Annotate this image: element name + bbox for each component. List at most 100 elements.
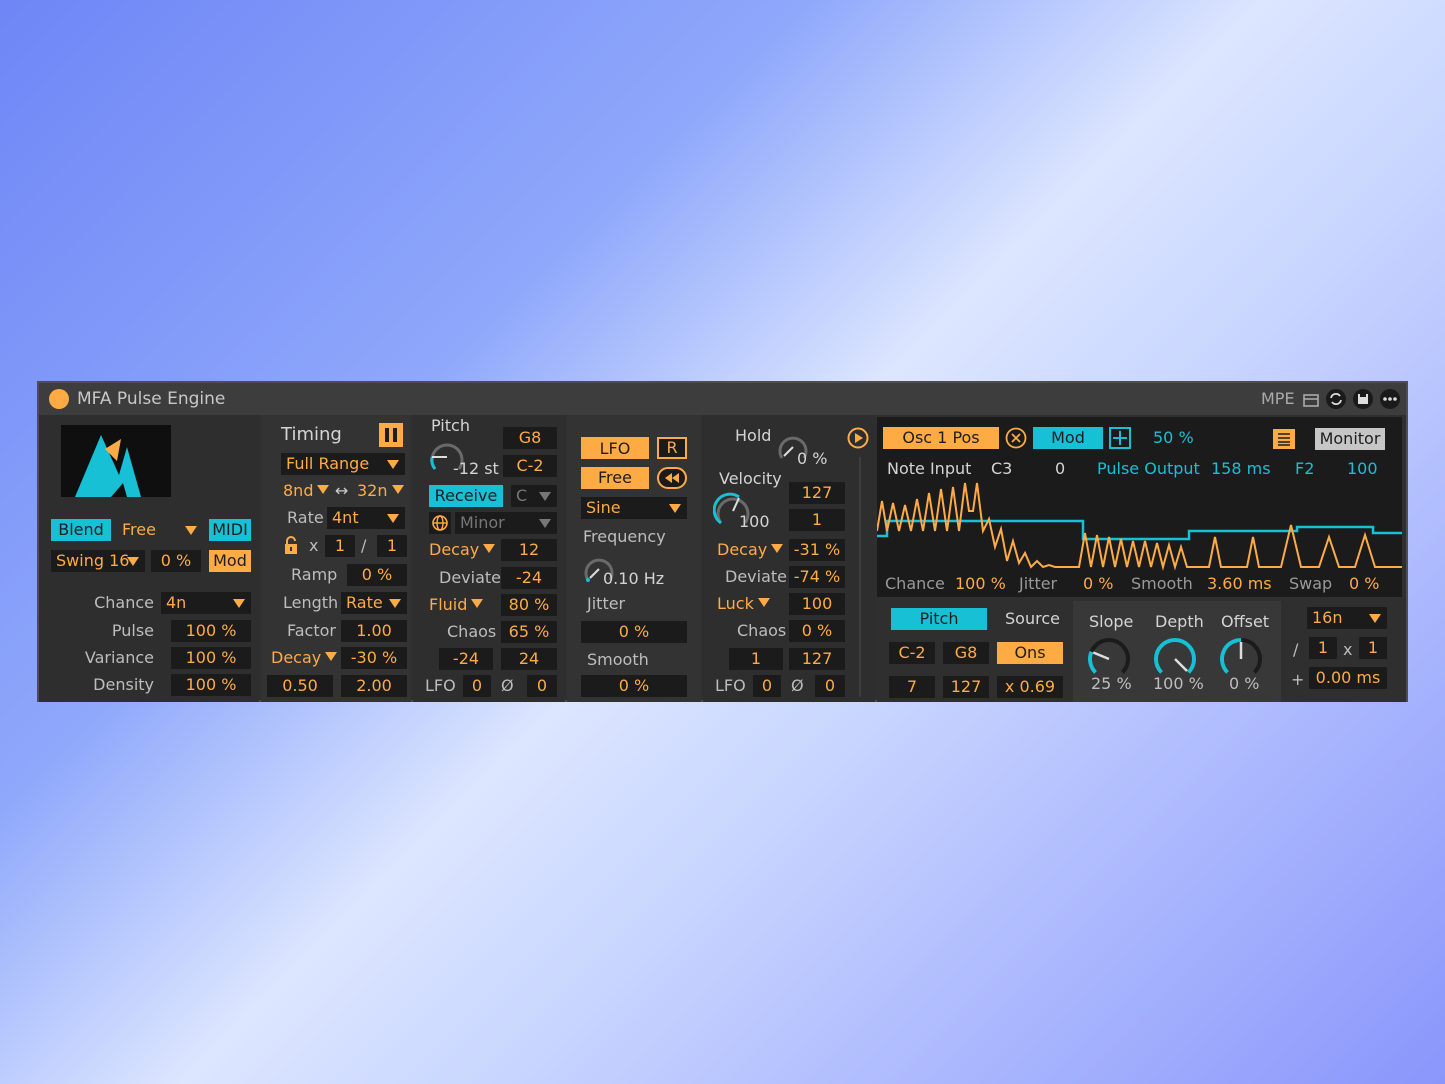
velocity-chaos-value[interactable]: 0 %	[789, 620, 845, 642]
velocity-decay-value[interactable]: -31 %	[789, 539, 845, 561]
stat-chance-label: Chance	[885, 574, 945, 593]
luck-value[interactable]: 100	[789, 593, 845, 615]
source-high-value[interactable]: G8	[943, 642, 989, 664]
output-rate-dropdown[interactable]: 16n	[1307, 607, 1387, 629]
mod-mode-button[interactable]: Mod	[1033, 427, 1103, 449]
max-value[interactable]: 2.00	[341, 675, 407, 697]
range-dropdown[interactable]: Full Range	[281, 453, 405, 475]
pitch-lfo-value[interactable]: 0	[463, 675, 491, 697]
velocity-decay-label: Decay	[717, 540, 768, 559]
fluid-value[interactable]: 80 %	[501, 594, 557, 616]
monitor-button[interactable]: Monitor	[1315, 428, 1385, 450]
velocity-multiplier-value[interactable]: x 0.69	[997, 676, 1063, 698]
offset-value: 0 %	[1229, 674, 1260, 693]
output-div-value[interactable]: 1	[1309, 637, 1337, 659]
length-dropdown[interactable]: Rate	[341, 592, 407, 614]
fluid-dropdown[interactable]: Fluid	[429, 594, 484, 616]
chance-dropdown[interactable]: 4n	[161, 592, 251, 614]
refresh-icon[interactable]	[1325, 388, 1347, 410]
pulse-label: Pulse	[111, 621, 154, 640]
mpe-settings-icon[interactable]	[1303, 393, 1319, 407]
globe-icon[interactable]	[429, 512, 451, 534]
source-low-value[interactable]: C-2	[889, 642, 935, 664]
bipolar-icon[interactable]	[1109, 427, 1131, 449]
rate-arrow-icon	[387, 514, 399, 523]
play-icon[interactable]	[847, 427, 869, 449]
pitch-deviate-value[interactable]: -24	[501, 567, 557, 589]
mod-amount-value[interactable]: 50 %	[1153, 428, 1194, 448]
swing-arrow-icon	[127, 557, 139, 566]
clear-target-icon[interactable]	[1005, 427, 1027, 449]
rate-a-dropdown[interactable]: 8nd	[283, 480, 330, 502]
velocity-lfo-value[interactable]: 0	[753, 675, 781, 697]
density-value[interactable]: 100 %	[171, 674, 251, 696]
velocity-min-value[interactable]: 1	[789, 509, 845, 531]
more-icon[interactable]	[1379, 388, 1401, 410]
velocity-range-high[interactable]: 127	[789, 648, 845, 670]
pitch-range-high[interactable]: 24	[501, 648, 557, 670]
pulse-output-note: F2	[1295, 459, 1315, 478]
stat-jitter-label: Jitter	[1019, 574, 1058, 593]
pitch-decay-value[interactable]: 12	[501, 539, 557, 561]
rate-dropdown[interactable]: 4nt	[327, 507, 405, 529]
pitch-decay-dropdown[interactable]: Decay	[429, 539, 496, 561]
pitch-chaos-value[interactable]: 65 %	[501, 621, 557, 643]
stat-chance-value: 100 %	[955, 574, 1006, 593]
free-dropdown[interactable]: Free	[117, 519, 203, 541]
min-value[interactable]: 0.50	[267, 675, 333, 697]
lfo-button[interactable]: LFO	[581, 437, 649, 459]
stat-jitter-value: 0 %	[1083, 574, 1114, 593]
rate-b-arrow-icon	[391, 485, 404, 494]
pitch-low-value[interactable]: C-2	[503, 455, 557, 477]
velocity-decay-dropdown[interactable]: Decay	[717, 539, 784, 561]
swing-value[interactable]: 0 %	[151, 550, 201, 572]
velocity-phase-value[interactable]: 0	[815, 675, 845, 697]
onsets-button[interactable]: Ons	[997, 642, 1063, 664]
key-dropdown[interactable]: C	[511, 485, 557, 507]
swap-arrows-icon[interactable]: ↔	[335, 481, 348, 501]
blend-button[interactable]: Blend	[51, 519, 111, 541]
decay-value[interactable]: -30 %	[341, 647, 407, 669]
rate-b-dropdown[interactable]: 32n	[357, 480, 404, 502]
pitch-high-value[interactable]: G8	[503, 427, 557, 449]
list-icon[interactable]	[1273, 429, 1295, 449]
receive-button[interactable]: Receive	[429, 485, 503, 507]
factor-value[interactable]: 1.00	[341, 620, 407, 642]
mod-button[interactable]: Mod	[209, 550, 251, 572]
midi-button[interactable]: MIDI	[209, 519, 251, 541]
save-icon[interactable]	[1352, 388, 1374, 410]
swing-dropdown[interactable]: Swing 16	[51, 550, 145, 572]
divisor-value[interactable]: 1	[377, 535, 407, 557]
pulse-value[interactable]: 100 %	[171, 620, 251, 642]
retrigger-button[interactable]	[657, 467, 687, 489]
velocity-max-value[interactable]: 127	[789, 482, 845, 504]
output-mult-value[interactable]: 1	[1359, 637, 1387, 659]
lfo-free-button[interactable]: Free	[581, 467, 649, 489]
lock-icon[interactable]	[283, 535, 299, 555]
device-power-button[interactable]	[49, 389, 69, 409]
velocity-deviate-value[interactable]: -74 %	[789, 566, 845, 588]
velocity-high-value[interactable]: 127	[943, 676, 989, 698]
pitch-phase-value[interactable]: 0	[527, 675, 557, 697]
jitter-value[interactable]: 0 %	[581, 621, 687, 643]
decay-dropdown[interactable]: Decay	[271, 647, 338, 669]
variance-value[interactable]: 100 %	[171, 647, 251, 669]
pitch-range-low[interactable]: -24	[439, 648, 493, 670]
output-offset-value[interactable]: 0.00 ms	[1309, 667, 1387, 689]
smooth-value[interactable]: 0 %	[581, 675, 687, 697]
pitch-mode-button[interactable]: Pitch	[891, 608, 987, 630]
shape-dropdown[interactable]: Sine	[581, 497, 687, 519]
output-plus-label: +	[1291, 670, 1305, 689]
mod-target-button[interactable]: Osc 1 Pos	[883, 427, 999, 449]
scale-dropdown[interactable]: Minor	[455, 512, 557, 534]
luck-dropdown[interactable]: Luck	[717, 593, 770, 615]
velocity-range-low[interactable]: 1	[729, 648, 783, 670]
velocity-low-value[interactable]: 7	[889, 676, 935, 698]
multiplier-value[interactable]: 1	[325, 535, 355, 557]
velocity-decay-arrow-icon	[771, 544, 784, 553]
ramp-value[interactable]: 0 %	[347, 564, 407, 586]
reset-button[interactable]: R	[657, 437, 687, 459]
pause-button[interactable]	[379, 423, 403, 447]
rate-label: Rate	[287, 508, 324, 527]
x-label: x	[309, 536, 319, 555]
